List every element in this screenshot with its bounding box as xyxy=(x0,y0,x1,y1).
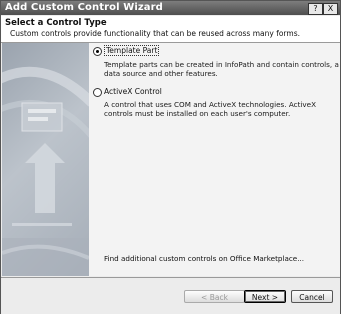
close-button[interactable]: X xyxy=(323,3,338,15)
wizard-header: Select a Control Type Custom controls pr… xyxy=(1,16,340,43)
activex-control-label[interactable]: ActiveX Control xyxy=(104,87,162,96)
template-part-radio[interactable] xyxy=(93,47,102,56)
activex-control-radio[interactable] xyxy=(93,88,102,97)
back-button[interactable]: < Back xyxy=(184,290,245,303)
radio-selected-dot xyxy=(96,50,99,53)
cancel-button[interactable]: Cancel xyxy=(291,290,333,303)
activex-control-description: A control that uses COM and ActiveX tech… xyxy=(104,100,316,118)
wizard-content: Template Part Template parts can be crea… xyxy=(89,43,340,276)
page-title: Select a Control Type xyxy=(5,18,107,28)
next-button[interactable]: Next > xyxy=(244,290,286,303)
wizard-window: Add Custom Control Wizard ? X Select a C… xyxy=(0,0,341,314)
template-part-description: Template parts can be created in InfoPat… xyxy=(104,60,339,78)
description-line: Template parts can be created in InfoPat… xyxy=(104,60,339,69)
decorative-art-icon xyxy=(2,66,89,276)
window-title: Add Custom Control Wizard xyxy=(5,2,163,13)
wizard-side-illustration xyxy=(2,43,89,276)
wizard-footer: < Back Next > Cancel xyxy=(1,277,340,314)
description-line: controls must be installed on each user'… xyxy=(104,109,291,118)
help-button[interactable]: ? xyxy=(308,3,323,15)
title-bar: Add Custom Control Wizard ? X xyxy=(1,1,340,15)
page-subtitle: Custom controls provide functionality th… xyxy=(10,29,300,38)
description-line: data source and other features. xyxy=(104,69,218,78)
template-part-label[interactable]: Template Part xyxy=(104,45,160,56)
office-marketplace-link[interactable]: Find additional custom controls on Offic… xyxy=(104,254,304,263)
description-line: A control that uses COM and ActiveX tech… xyxy=(104,100,316,109)
